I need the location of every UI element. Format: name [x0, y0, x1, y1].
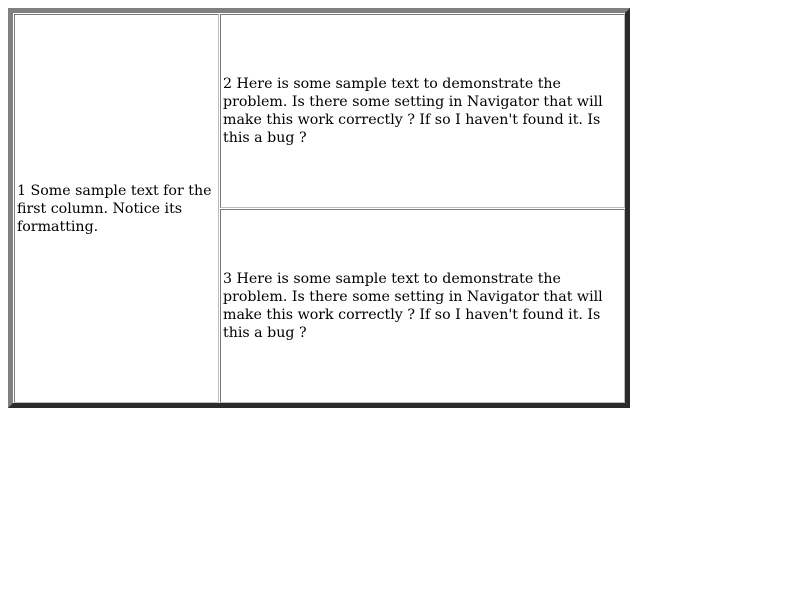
cell-text-first-column: 1 Some sample text for the first column.…	[17, 182, 212, 235]
table-cell-top-right: 2 Here is some sample text to demonstrat…	[220, 14, 625, 208]
table-cell-bottom-right: 3 Here is some sample text to demonstrat…	[220, 209, 625, 403]
cell-text-bottom-right: 3 Here is some sample text to demonstrat…	[223, 271, 603, 341]
layout-table: 1 Some sample text for the first column.…	[8, 8, 630, 408]
table-cell-first-column: 1 Some sample text for the first column.…	[14, 14, 219, 403]
cell-text-top-right: 2 Here is some sample text to demonstrat…	[223, 76, 603, 146]
